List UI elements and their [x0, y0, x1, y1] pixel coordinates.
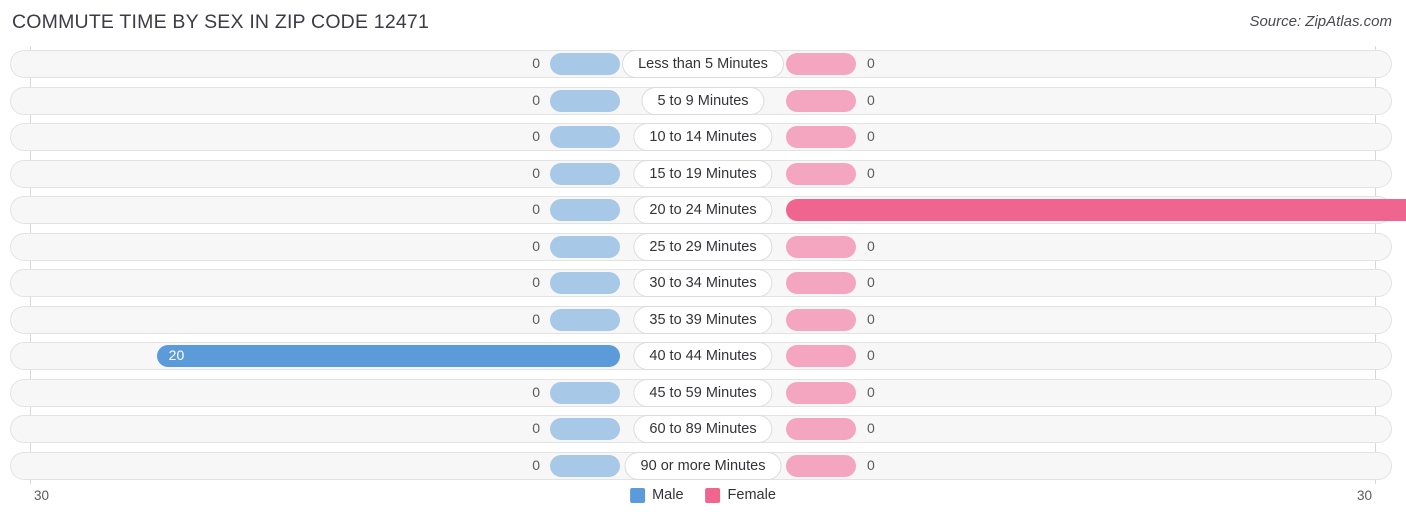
- bar-male[interactable]: [550, 53, 620, 75]
- bar-value-male: 0: [532, 55, 540, 71]
- bar-female[interactable]: [786, 454, 856, 477]
- bar-value-male: 0: [532, 237, 540, 254]
- bar-male[interactable]: [550, 235, 620, 258]
- chart-row: 0 0 30 to 34 Minutes: [0, 265, 1406, 302]
- legend-swatch-female-icon: [705, 487, 721, 503]
- row-label-pill: 35 to 39 Minutes: [633, 305, 773, 334]
- bar-female[interactable]: [786, 418, 856, 440]
- bar-value-female: 30: [1400, 201, 1406, 217]
- chart-page: COMMUTE TIME BY SEX IN ZIP CODE 12471 So…: [0, 0, 1406, 523]
- bar-value-female: 0: [867, 383, 875, 400]
- chart-row: 0 0 10 to 14 Minutes: [0, 119, 1406, 156]
- bar-female[interactable]: [786, 272, 856, 294]
- row-label-pill: 20 to 24 Minutes: [633, 196, 773, 224]
- chart-row: 0 0 15 to 19 Minutes: [0, 156, 1406, 193]
- chart-row: 0 0 90 or more Minutes: [0, 448, 1406, 485]
- bar-female[interactable]: [786, 162, 856, 185]
- legend-swatch-male-icon: [630, 487, 646, 503]
- bar-value-male: 20: [168, 347, 185, 363]
- row-label-pill: 90 or more Minutes: [624, 451, 782, 480]
- bar-female[interactable]: [786, 53, 856, 75]
- axis-tick-left: 30: [34, 488, 50, 503]
- bar-value-female: 0: [867, 310, 875, 327]
- bar-female[interactable]: [786, 345, 856, 367]
- chart-row: 0 0 35 to 39 Minutes: [0, 302, 1406, 339]
- bar-value-female: 0: [867, 420, 875, 436]
- row-label-pill: 10 to 14 Minutes: [633, 123, 773, 151]
- bar-value-male: 0: [532, 420, 540, 436]
- bar-value-male: 0: [532, 91, 540, 108]
- bar-value-female: 0: [867, 274, 875, 290]
- bar-female[interactable]: [786, 126, 856, 148]
- bar-value-female: 0: [867, 55, 875, 71]
- bar-value-male: 0: [532, 201, 540, 217]
- bar-value-male: 0: [532, 383, 540, 400]
- bar-value-female: 0: [867, 347, 875, 363]
- bar-value-female: 0: [867, 128, 875, 144]
- source-attribution: Source: ZipAtlas.com: [1249, 13, 1392, 30]
- row-label-pill: 15 to 19 Minutes: [633, 159, 773, 188]
- bar-male[interactable]: [550, 381, 620, 404]
- chart-footer: 30 30 Male Female: [0, 484, 1406, 523]
- bar-value-male: 0: [532, 128, 540, 144]
- bar-male[interactable]: [550, 272, 620, 294]
- bar-value-female: 0: [867, 91, 875, 108]
- chart-row: 0 0 25 to 29 Minutes: [0, 229, 1406, 266]
- bar-value-male: 0: [532, 164, 540, 181]
- row-label-pill: 5 to 9 Minutes: [641, 86, 765, 115]
- bar-female[interactable]: [786, 308, 856, 331]
- bar-male[interactable]: [550, 418, 620, 440]
- bar-male[interactable]: [550, 454, 620, 477]
- bar-value-male: 0: [532, 456, 540, 473]
- chart-legend: Male Female: [630, 487, 776, 503]
- row-label-pill: 60 to 89 Minutes: [633, 415, 773, 443]
- row-label-pill: 30 to 34 Minutes: [633, 269, 773, 297]
- chart-header: COMMUTE TIME BY SEX IN ZIP CODE 12471 So…: [0, 0, 1406, 46]
- bar-male[interactable]: [550, 162, 620, 185]
- legend-label-female: Female: [727, 487, 776, 503]
- bar-value-female: 0: [867, 456, 875, 473]
- row-label-pill: 25 to 29 Minutes: [633, 232, 773, 261]
- row-label-pill: Less than 5 Minutes: [622, 50, 784, 78]
- chart-row: 0 0 60 to 89 Minutes: [0, 411, 1406, 448]
- chart-row: 0 0 5 to 9 Minutes: [0, 83, 1406, 120]
- chart-row: 0 30 20 to 24 Minutes: [0, 192, 1406, 229]
- chart-row: 0 0 Less than 5 Minutes: [0, 46, 1406, 83]
- bar-value-female: 0: [867, 164, 875, 181]
- bar-male[interactable]: [550, 89, 620, 112]
- bar-female[interactable]: [786, 89, 856, 112]
- chart-row: 20 0 40 to 44 Minutes: [0, 338, 1406, 375]
- bar-female[interactable]: [786, 235, 856, 258]
- row-label-pill: 40 to 44 Minutes: [633, 342, 773, 370]
- page-title: COMMUTE TIME BY SEX IN ZIP CODE 12471: [12, 11, 430, 33]
- chart-rows: 0 0 Less than 5 Minutes 0 0 5 to 9 Minutes 0 0 1…: [0, 46, 1406, 484]
- row-label-pill: 45 to 59 Minutes: [633, 378, 773, 407]
- chart-plot-area: 0 0 Less than 5 Minutes 0 0 5 to 9 Minutes 0 0 1…: [0, 46, 1406, 484]
- chart-row: 0 0 45 to 59 Minutes: [0, 375, 1406, 412]
- bar-female[interactable]: [786, 381, 856, 404]
- bar-female[interactable]: [786, 199, 1406, 221]
- legend-label-male: Male: [652, 487, 684, 503]
- bar-male[interactable]: [550, 308, 620, 331]
- bar-male[interactable]: [156, 345, 620, 367]
- legend-item-female[interactable]: Female: [705, 487, 776, 503]
- bar-value-female: 0: [867, 237, 875, 254]
- bar-male[interactable]: [550, 199, 620, 221]
- bar-value-male: 0: [532, 274, 540, 290]
- bar-male[interactable]: [550, 126, 620, 148]
- legend-item-male[interactable]: Male: [630, 487, 684, 503]
- bar-value-male: 0: [532, 310, 540, 327]
- axis-tick-right: 30: [1356, 488, 1372, 503]
